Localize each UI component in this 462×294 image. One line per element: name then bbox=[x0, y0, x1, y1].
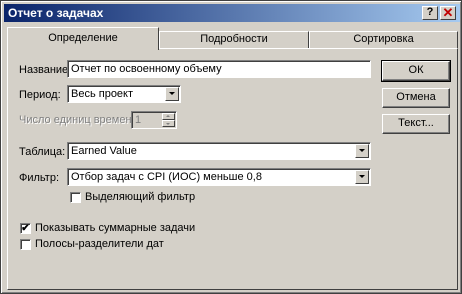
filter-label: Фильтр: bbox=[19, 172, 60, 184]
close-icon: ✕ bbox=[442, 5, 454, 20]
period-value: Весь проект bbox=[71, 88, 134, 100]
units-spinner: 1 bbox=[131, 111, 177, 129]
name-input[interactable]: Отчет по освоенному объему bbox=[67, 60, 371, 78]
report-dialog: Отчет о задачах ? ✕ Определение Подробно… bbox=[0, 0, 462, 294]
table-value: Earned Value bbox=[71, 145, 137, 157]
title-bar[interactable]: Отчет о задачах ? ✕ bbox=[4, 4, 460, 22]
tab-details[interactable]: Подробности bbox=[159, 31, 309, 49]
gridlines-label[interactable]: Полосы-разделители дат bbox=[35, 238, 164, 250]
tab-definition[interactable]: Определение bbox=[7, 27, 159, 50]
filter-value: Отбор задач с CPI (ИОС) меньше 0,8 bbox=[71, 171, 262, 183]
period-select[interactable]: Весь проект bbox=[67, 85, 181, 103]
name-label: Название: bbox=[19, 64, 72, 76]
chevron-down-icon[interactable] bbox=[355, 144, 369, 158]
show-summary-checkbox[interactable]: ✔ bbox=[20, 223, 31, 234]
close-button[interactable]: ✕ bbox=[440, 6, 456, 20]
tab-sort[interactable]: Сортировка bbox=[309, 31, 458, 49]
chevron-down-icon[interactable] bbox=[165, 87, 179, 101]
highlight-filter-label[interactable]: Выделяющий фильтр bbox=[85, 191, 195, 203]
cancel-button[interactable]: Отмена bbox=[382, 88, 450, 108]
show-summary-label[interactable]: Показывать суммарные задачи bbox=[35, 222, 195, 234]
chevron-down-icon[interactable] bbox=[355, 170, 369, 184]
spin-down-icon bbox=[162, 120, 175, 127]
filter-select[interactable]: Отбор задач с CPI (ИОС) меньше 0,8 bbox=[67, 168, 371, 186]
period-label: Период: bbox=[19, 89, 61, 101]
units-value: 1 bbox=[135, 114, 142, 126]
tab-strip: Определение Подробности Сортировка bbox=[7, 27, 459, 50]
ok-button[interactable]: ОК bbox=[381, 60, 451, 82]
window-title: Отчет о задачах bbox=[8, 6, 104, 20]
help-icon: ? bbox=[426, 6, 434, 18]
check-icon: ✔ bbox=[21, 223, 30, 234]
table-select[interactable]: Earned Value bbox=[67, 142, 371, 160]
gridlines-checkbox[interactable] bbox=[20, 239, 31, 250]
table-label: Таблица: bbox=[19, 146, 66, 158]
spin-up-icon bbox=[162, 113, 175, 120]
units-label: Число единиц времени: bbox=[19, 114, 141, 126]
text-button[interactable]: Текст... bbox=[382, 114, 450, 134]
highlight-filter-checkbox[interactable] bbox=[70, 192, 81, 203]
help-button[interactable]: ? bbox=[422, 6, 438, 20]
